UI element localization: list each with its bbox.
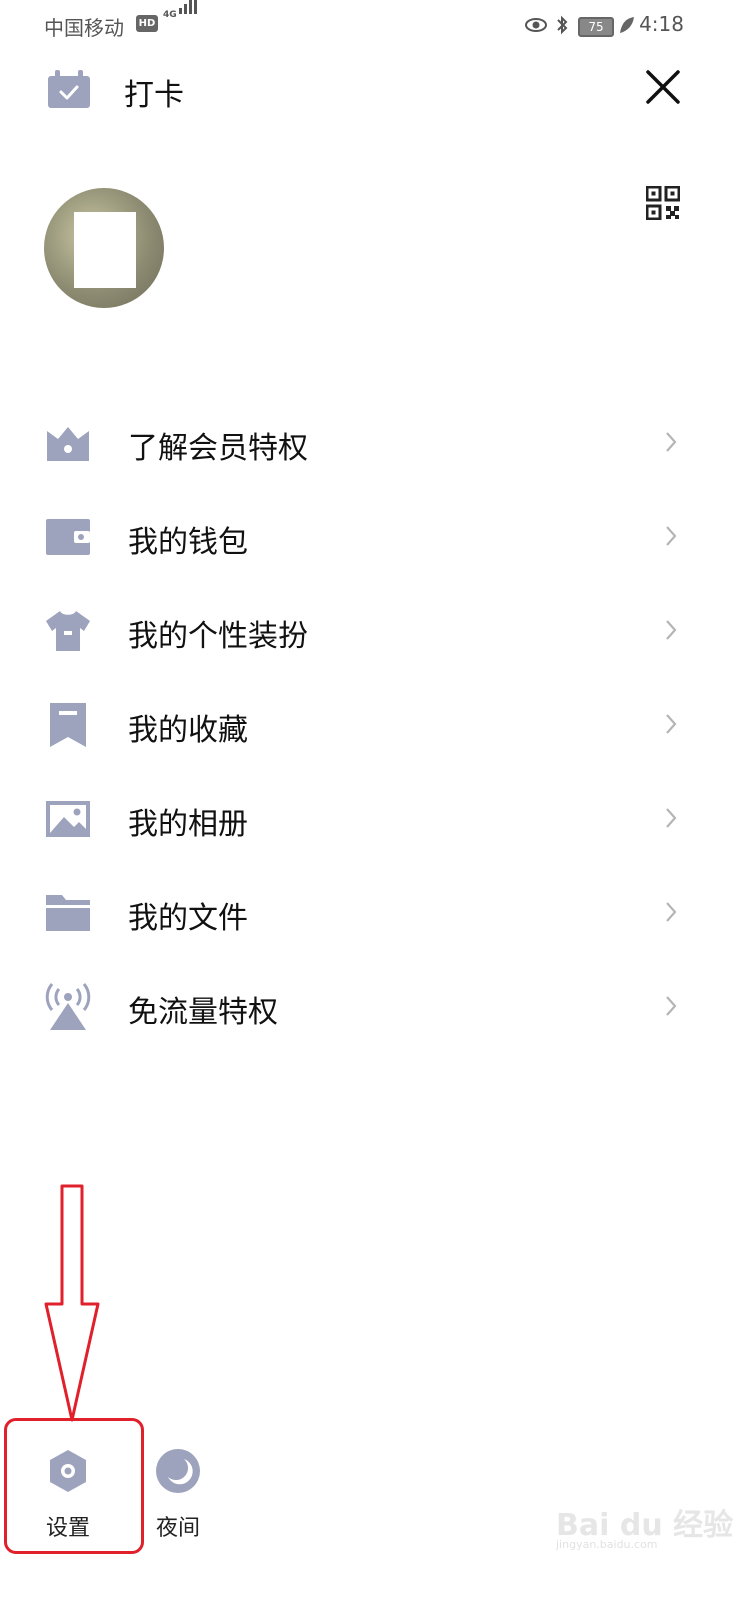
crown-icon: [47, 427, 89, 461]
night-mode-label: 夜间: [155, 1516, 200, 1541]
menu-item-label: 我的文件: [128, 901, 248, 936]
menu-item-label: 免流量特权: [128, 995, 278, 1030]
menu-item-vip-privileges[interactable]: 了解会员特权: [0, 398, 738, 492]
watermark-url: jingyan.baidu.com: [556, 1538, 658, 1551]
settings-label: 设置: [45, 1516, 90, 1541]
chevron-right-icon: [666, 526, 677, 546]
menu-item-favorites[interactable]: 我的收藏: [0, 680, 738, 774]
bookmark-icon: [50, 703, 86, 747]
signal-tower-icon: [45, 983, 91, 1030]
chevron-right-icon: [666, 902, 677, 922]
menu-item-label: 我的个性装扮: [128, 619, 308, 654]
checkin-title[interactable]: 打卡: [124, 70, 184, 114]
chevron-right-icon: [666, 432, 677, 452]
menu-item-personal-theme[interactable]: 我的个性装扮: [0, 586, 738, 680]
chevron-right-icon: [666, 996, 677, 1016]
clock: 4:18: [639, 12, 684, 36]
settings-button[interactable]: 设置: [28, 1446, 108, 1546]
moon-icon: [156, 1449, 200, 1493]
network-type: 4G: [163, 10, 177, 20]
menu-item-label: 我的钱包: [128, 525, 248, 560]
bluetooth-icon: [557, 15, 568, 35]
qr-code-icon[interactable]: [646, 186, 680, 220]
chevron-right-icon: [666, 808, 677, 828]
menu-item-label: 我的相册: [128, 807, 248, 842]
photo-icon: [46, 801, 90, 837]
calendar-check-icon[interactable]: [46, 70, 92, 110]
tshirt-icon: [46, 611, 90, 651]
settings-icon: [50, 1450, 86, 1492]
status-bar: 中国移动 HD 4G 75 4:18: [0, 0, 738, 52]
avatar-redaction: [74, 212, 136, 288]
chevron-right-icon: [666, 620, 677, 640]
menu-item-label: 了解会员特权: [128, 431, 308, 466]
menu-item-album[interactable]: 我的相册: [0, 774, 738, 868]
annotation-arrow: [44, 1184, 100, 1422]
menu-item-files[interactable]: 我的文件: [0, 868, 738, 962]
menu-item-label: 我的收藏: [128, 713, 248, 748]
close-icon[interactable]: [644, 68, 682, 106]
avatar[interactable]: [44, 188, 164, 308]
night-mode-button[interactable]: 夜间: [138, 1446, 218, 1546]
hd-badge: HD: [136, 15, 158, 32]
menu-item-free-data[interactable]: 免流量特权: [0, 962, 738, 1056]
eye-icon: [525, 18, 547, 32]
menu-item-wallet[interactable]: 我的钱包: [0, 492, 738, 586]
leaf-icon: [620, 17, 634, 33]
folder-icon: [46, 895, 90, 931]
wallet-icon: [46, 519, 90, 555]
battery-indicator: 75: [578, 17, 614, 37]
chevron-right-icon: [666, 714, 677, 734]
carrier-name: 中国移动: [44, 16, 124, 40]
